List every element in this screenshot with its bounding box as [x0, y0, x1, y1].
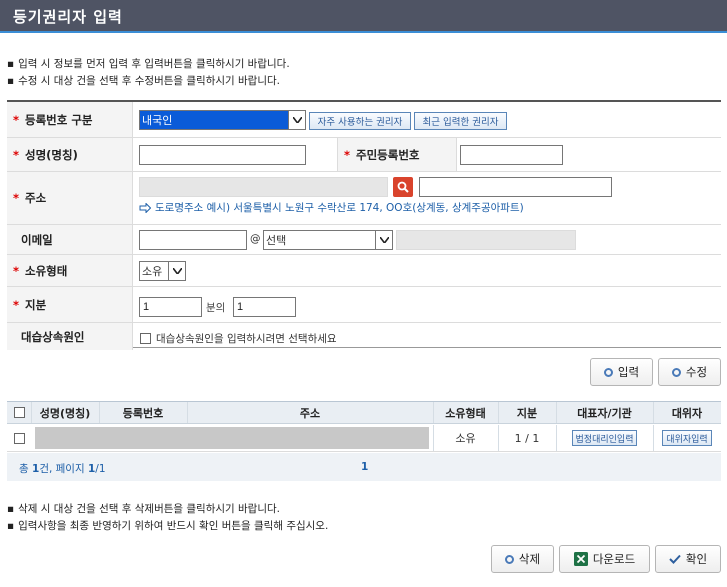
label-successor: 대습상속원인: [7, 323, 133, 350]
label-ownership: * 소유형태: [7, 255, 133, 286]
row-ownership: * 소유형태 소유: [7, 255, 721, 287]
row-email: 이메일 @ 선택: [7, 225, 721, 255]
name-input[interactable]: [139, 145, 306, 165]
circle-icon: [504, 554, 514, 564]
checkmark-icon: [669, 554, 681, 564]
row-ownership: 소유: [455, 432, 476, 445]
confirm-button[interactable]: 확인: [655, 545, 721, 573]
col-representative: 대표자/기관: [577, 406, 632, 420]
address-hint: 도로명주소 예시) 서울특별시 노원구 수락산로 174, OO호(상계동, 상…: [139, 200, 524, 215]
successor-option: 대습상속원인을 입력하시려면 선택하세요: [140, 331, 337, 346]
bullet-icon: ▪: [7, 75, 15, 87]
note-confirm: ▪ 입력사항을 최종 반영하기 위하여 반드시 확인 버튼을 클릭해 주십시오.: [7, 520, 329, 532]
arrow-right-icon: [139, 202, 151, 213]
page-title: 등기권리자 입력: [13, 8, 123, 26]
table-summary: 총 1건, 페이지 1/1: [19, 463, 106, 475]
col-ownership: 소유형태: [445, 406, 486, 420]
label-resident-number: * 주민등록번호: [337, 138, 457, 171]
search-icon: [397, 181, 409, 193]
col-subrogee: 대위자: [671, 406, 703, 420]
subrogee-input-button[interactable]: 대위자입력: [662, 430, 712, 446]
circle-icon: [671, 367, 681, 377]
chevron-down-icon: [168, 262, 185, 280]
share-of-label: 분의: [206, 302, 226, 314]
chevron-down-icon: [288, 111, 305, 129]
label-name: * 성명(명칭): [7, 138, 133, 171]
resident-number-input[interactable]: [460, 145, 563, 165]
row-share: 1 / 1: [514, 431, 540, 445]
email-id-input[interactable]: [139, 230, 247, 250]
email-domain-select[interactable]: 선택: [263, 230, 393, 250]
ownership-select[interactable]: 소유: [139, 261, 186, 281]
address-search-button[interactable]: [393, 177, 413, 197]
page-link[interactable]: 1: [361, 461, 368, 473]
reg-type-select[interactable]: 내국인: [139, 110, 306, 130]
recent-rightholder-button[interactable]: 최근 입력한 권리자: [414, 112, 507, 130]
row-address: * 주소 도로명주소 예시) 서울특별시 노원구 수락산로 174, OO호(상계…: [7, 172, 721, 225]
note-modify: ▪ 수정 시 대상 건을 선택 후 수정버튼을 클릭하시기 바랍니다.: [7, 75, 281, 87]
window-titlebar: 등기권리자 입력: [0, 0, 727, 33]
download-button[interactable]: 다운로드: [559, 545, 650, 573]
label-email: 이메일: [7, 225, 133, 254]
note-input: ▪ 입력 시 정보를 먼저 입력 후 입력버튼을 클릭하시기 바랍니다.: [7, 58, 290, 70]
chevron-down-icon: [375, 231, 392, 249]
bullet-icon: ▪: [7, 503, 15, 515]
input-button[interactable]: 입력: [590, 358, 653, 386]
legal-representative-button[interactable]: 법정대리인입력: [571, 430, 638, 446]
col-share: 지분: [516, 406, 538, 420]
row-share: *지분 분의: [7, 287, 721, 323]
email-at-sign: @: [250, 233, 261, 245]
table-pager: 총 1건, 페이지 1/1 1: [7, 453, 721, 481]
select-all-checkbox[interactable]: [13, 407, 25, 418]
row-masked-info: [35, 427, 429, 449]
bullet-icon: ▪: [7, 58, 15, 70]
address-detail-input[interactable]: [419, 177, 612, 197]
excel-icon: [573, 552, 588, 566]
address-input[interactable]: [139, 177, 388, 197]
note-delete: ▪ 삭제 시 대상 건을 선택 후 삭제버튼을 클릭하시기 바랍니다.: [7, 503, 281, 515]
row-reg-type: * 등록번호 구분 내국인 자주 사용하는 권리자 최근 입력한 권리자: [7, 102, 721, 138]
label-reg-type: * 등록번호 구분: [7, 102, 133, 137]
row-name: * 성명(명칭) * 주민등록번호: [7, 138, 721, 172]
table-row[interactable]: 소유 1 / 1 법정대리인입력 대위자입력: [7, 425, 721, 452]
col-address: 주소: [299, 406, 321, 420]
row-successor: 대습상속원인 대습상속원인을 입력하시려면 선택하세요: [7, 323, 721, 350]
share-denominator-input[interactable]: [233, 297, 296, 317]
delete-button[interactable]: 삭제: [491, 545, 554, 573]
row-checkbox[interactable]: [13, 432, 25, 444]
label-address: * 주소: [7, 172, 133, 224]
table-header: 성명(명칭) 등록번호 주소 소유형태 지분 대표자/기관 대위자: [7, 401, 721, 424]
circle-icon: [603, 367, 613, 377]
frequent-rightholder-button[interactable]: 자주 사용하는 권리자: [309, 112, 411, 130]
bullet-icon: ▪: [7, 520, 15, 532]
rightholder-form: * 등록번호 구분 내국인 자주 사용하는 권리자 최근 입력한 권리자 * 성명(…: [7, 100, 721, 350]
successor-checkbox[interactable]: [140, 333, 151, 344]
modify-button[interactable]: 수정: [658, 358, 721, 386]
email-domain-input[interactable]: [396, 230, 576, 250]
label-share: * 지분: [7, 287, 133, 322]
col-name: 성명(명칭): [39, 406, 91, 420]
share-numerator-input[interactable]: [139, 297, 202, 317]
col-reg-no: 등록번호: [122, 406, 164, 420]
